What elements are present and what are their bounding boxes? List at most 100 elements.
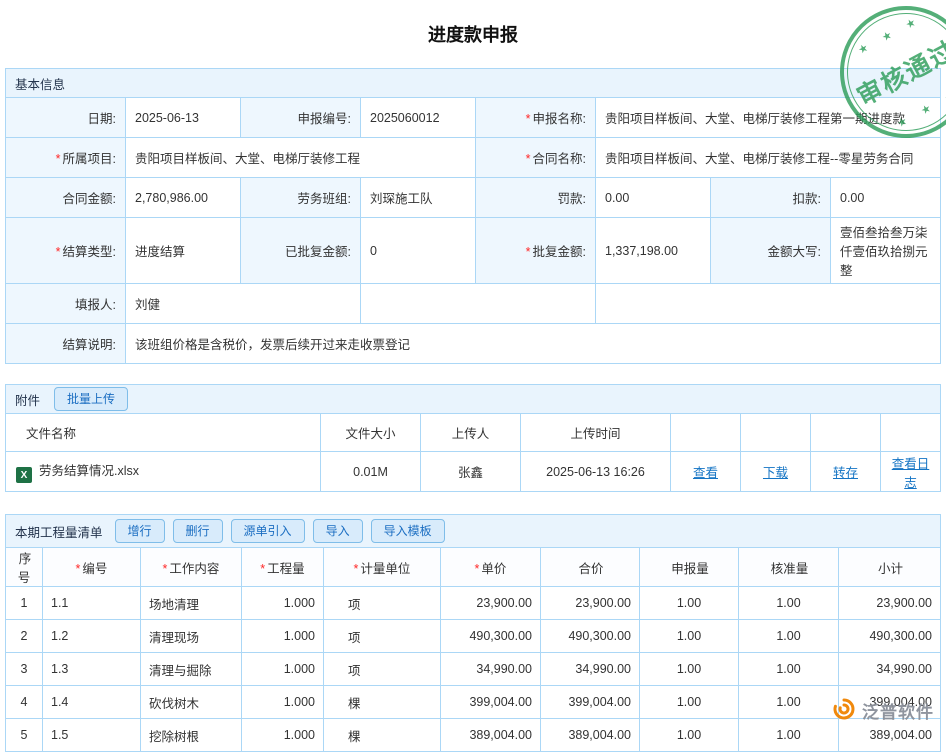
cell-subtotal: 34,990.00 — [839, 653, 941, 686]
cell-quantity: 1.000 — [242, 653, 324, 686]
approved-amount-value: 0 — [361, 218, 476, 284]
cell-unit: 项 — [324, 620, 441, 653]
cell-work-content: 清理与掘除 — [141, 653, 242, 686]
approved-amount-label: 已批复金额: — [241, 218, 361, 284]
contract-name-label: *合同名称: — [476, 138, 596, 178]
cell-approved-qty: 1.00 — [739, 587, 839, 620]
cell-work-content: 清理现场 — [141, 620, 242, 653]
quantity-list-header: 本期工程量清单 增行 删行 源单引入 导入 导入模板 — [5, 514, 941, 548]
file-size: 0.01M — [321, 452, 421, 492]
cell-unit-price: 399,004.00 — [441, 686, 541, 719]
labor-team-label: 劳务班组: — [241, 178, 361, 218]
cell-total-price: 34,990.00 — [541, 653, 640, 686]
column-header-uploadtime: 上传时间 — [521, 414, 671, 452]
cell-seq: 4 — [6, 686, 43, 719]
cell-approved-qty: 1.00 — [739, 686, 839, 719]
basic-info-table: 日期: 2025-06-13 申报编号: 2025060012 *申报名称: 贵… — [5, 97, 941, 364]
table-row: 1 1.1 场地清理 1.000 项 23,900.00 23,900.00 1… — [6, 587, 941, 620]
attachments-header-row: 文件名称 文件大小 上传人 上传时间 — [6, 414, 941, 452]
import-template-button[interactable]: 导入模板 — [371, 519, 445, 543]
cell-subtotal: 389,004.00 — [839, 719, 941, 752]
cell-declared-qty: 1.00 — [640, 620, 739, 653]
column-header-unit-price: *单价 — [441, 548, 541, 587]
column-header-subtotal: 小计 — [839, 548, 941, 587]
declaration-no-value: 2025060012 — [361, 98, 476, 138]
cell-unit-price: 34,990.00 — [441, 653, 541, 686]
cell-code: 1.2 — [43, 620, 141, 653]
cell-unit-price: 23,900.00 — [441, 587, 541, 620]
cell-quantity: 1.000 — [242, 587, 324, 620]
delete-row-button[interactable]: 删行 — [173, 519, 223, 543]
date-value: 2025-06-13 — [126, 98, 241, 138]
download-link[interactable]: 下载 — [763, 466, 788, 480]
source-import-button[interactable]: 源单引入 — [231, 519, 305, 543]
cell-declared-qty: 1.00 — [640, 587, 739, 620]
cell-total-price: 490,300.00 — [541, 620, 640, 653]
amount-in-words-value: 壹佰叁拾叁万柒仟壹佰玖拾捌元整 — [831, 218, 941, 284]
deduction-label: 扣款: — [711, 178, 831, 218]
action-cell: 查看 — [671, 452, 741, 492]
form-row: 填报人: 刘健 — [6, 284, 941, 324]
section-title: 附件 — [15, 390, 40, 409]
column-header-unit: *计量单位 — [324, 548, 441, 587]
table-row: 2 1.2 清理现场 1.000 项 490,300.00 490,300.00… — [6, 620, 941, 653]
batch-upload-button[interactable]: 批量上传 — [54, 387, 128, 411]
cell-unit: 项 — [324, 653, 441, 686]
form-row: *所属项目: 贵阳项目样板间、大堂、电梯厅装修工程 *合同名称: 贵阳项目样板间… — [6, 138, 941, 178]
cell-declared-qty: 1.00 — [640, 686, 739, 719]
cell-declared-qty: 1.00 — [640, 719, 739, 752]
basic-info-section: 基本信息 日期: 2025-06-13 申报编号: 2025060012 *申报… — [5, 68, 941, 364]
form-row: 结算说明: 该班组价格是含税价，发票后续开过来走收票登记 — [6, 324, 941, 364]
cell-quantity: 1.000 — [242, 719, 324, 752]
attachment-row: X劳务结算情况.xlsx 0.01M 张鑫 2025-06-13 16:26 查… — [6, 452, 941, 492]
save-as-link[interactable]: 转存 — [833, 466, 858, 480]
cell-work-content: 砍伐树木 — [141, 686, 242, 719]
project-label: *所属项目: — [6, 138, 126, 178]
cell-code: 1.4 — [43, 686, 141, 719]
settlement-type-value: 进度结算 — [126, 218, 241, 284]
import-button[interactable]: 导入 — [313, 519, 363, 543]
settlement-note-value: 该班组价格是含税价，发票后续开过来走收票登记 — [126, 324, 941, 364]
file-name: 劳务结算情况.xlsx — [39, 464, 139, 478]
cell-code: 1.5 — [43, 719, 141, 752]
column-header-empty — [741, 414, 811, 452]
column-header-quantity: *工程量 — [242, 548, 324, 587]
settlement-note-label: 结算说明: — [6, 324, 126, 364]
cell-code: 1.1 — [43, 587, 141, 620]
cell-unit-price: 389,004.00 — [441, 719, 541, 752]
cell-seq: 5 — [6, 719, 43, 752]
cell-work-content: 挖除树根 — [141, 719, 242, 752]
cell-unit: 项 — [324, 587, 441, 620]
cell-seq: 2 — [6, 620, 43, 653]
view-log-link[interactable]: 查看日志 — [892, 457, 930, 490]
cell-approved-qty: 1.00 — [739, 620, 839, 653]
column-header-work-content: *工作内容 — [141, 548, 242, 587]
section-title: 本期工程量清单 — [15, 522, 103, 541]
cell-approved-qty: 1.00 — [739, 653, 839, 686]
cell-seq: 3 — [6, 653, 43, 686]
form-row: 合同金额: 2,780,986.00 劳务班组: 刘琛施工队 罚款: 0.00 … — [6, 178, 941, 218]
empty-cell — [361, 284, 596, 324]
column-header-uploader: 上传人 — [421, 414, 521, 452]
cell-unit: 棵 — [324, 686, 441, 719]
cell-total-price: 389,004.00 — [541, 719, 640, 752]
form-row: 日期: 2025-06-13 申报编号: 2025060012 *申报名称: 贵… — [6, 98, 941, 138]
view-link[interactable]: 查看 — [693, 466, 718, 480]
cell-subtotal: 490,300.00 — [839, 620, 941, 653]
cell-subtotal: 399,004.00 — [839, 686, 941, 719]
basic-info-header: 基本信息 — [5, 68, 941, 98]
cell-approved-qty: 1.00 — [739, 719, 839, 752]
table-row: 5 1.5 挖除树根 1.000 棵 389,004.00 389,004.00… — [6, 719, 941, 752]
approval-amount-value: 1,337,198.00 — [596, 218, 711, 284]
penalty-value: 0.00 — [596, 178, 711, 218]
date-label: 日期: — [6, 98, 126, 138]
column-header-empty — [671, 414, 741, 452]
cell-unit: 棵 — [324, 719, 441, 752]
settlement-type-label: *结算类型: — [6, 218, 126, 284]
form-row: *结算类型: 进度结算 已批复金额: 0 *批复金额: 1,337,198.00… — [6, 218, 941, 284]
add-row-button[interactable]: 增行 — [115, 519, 165, 543]
declaration-name-label: *申报名称: — [476, 98, 596, 138]
declaration-name-value: 贵阳项目样板间、大堂、电梯厅装修工程第一期进度款 — [596, 98, 941, 138]
column-header-filename: 文件名称 — [6, 414, 321, 452]
project-value: 贵阳项目样板间、大堂、电梯厅装修工程 — [126, 138, 476, 178]
